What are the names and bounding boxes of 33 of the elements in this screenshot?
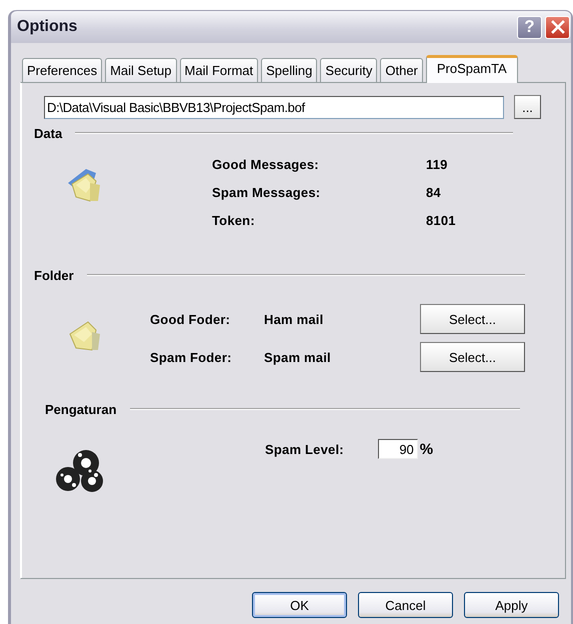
dialog-button[interactable]: OK: [252, 592, 347, 618]
window-title: Options: [17, 18, 78, 36]
select-button[interactable]: Select...: [420, 342, 525, 372]
browse-button[interactable]: ...: [514, 95, 541, 119]
folder-label: Spam Foder:: [150, 350, 233, 364]
tab[interactable]: Spelling: [261, 58, 318, 82]
section-heading: Pengaturan: [45, 402, 118, 416]
stat-value: 8101: [426, 213, 456, 228]
stat-label: Good Messages:: [212, 157, 320, 172]
dialog-button[interactable]: Cancel: [358, 592, 453, 618]
spam-level-label: Spam Level:: [265, 442, 344, 456]
folder-name: Spam mail: [264, 350, 332, 364]
select-button[interactable]: Select...: [420, 304, 525, 334]
file-path-field[interactable]: D:\Data\Visual Basic\BBVB13\ProjectSpam.bof: [44, 96, 504, 118]
tab[interactable]: Mail Format: [180, 58, 258, 82]
tab[interactable]: Other: [380, 58, 423, 82]
stat-value: 119: [426, 157, 449, 172]
dialog-button[interactable]: Apply: [464, 592, 559, 618]
spam-level-field[interactable]: 90: [378, 439, 418, 459]
tab[interactable]: Mail Setup: [105, 58, 177, 82]
stat-label: Token:: [212, 213, 256, 228]
tab[interactable]: Security: [320, 58, 378, 82]
tab[interactable]: Preferences: [22, 58, 102, 82]
percent-unit: %: [420, 440, 434, 458]
close-icon: [550, 20, 564, 34]
section-heading: Folder: [34, 268, 75, 282]
close-button[interactable]: [545, 16, 570, 38]
stat-label: Spam Messages:: [212, 185, 322, 200]
tab[interactable]: ProSpamTA: [426, 55, 518, 83]
folder-name: Ham mail: [264, 312, 324, 326]
folder-label: Good Foder:: [150, 312, 232, 326]
stat-value: 84: [426, 185, 442, 200]
section-heading: Data: [34, 126, 64, 140]
